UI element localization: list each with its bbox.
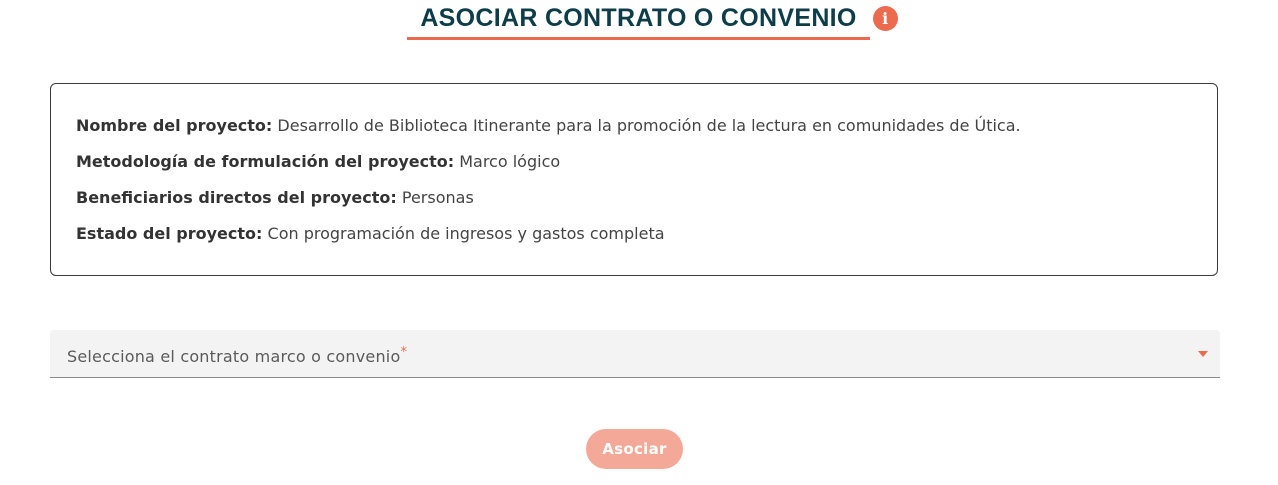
title-block: ASOCIAR CONTRATO O CONVENIO i (380, 3, 898, 40)
project-name-value: Desarrollo de Biblioteca Itinerante para… (277, 116, 1021, 135)
page: ASOCIAR CONTRATO O CONVENIO i Nombre del… (0, 0, 1278, 485)
contract-select-label-text: Selecciona el contrato marco o convenio (67, 347, 401, 366)
beneficiaries-row: Beneficiarios directos del proyecto: Per… (76, 180, 1192, 216)
project-name-label: Nombre del proyecto: (76, 116, 273, 135)
methodology-row: Metodología de formulación del proyecto:… (76, 144, 1192, 180)
project-status-row: Estado del proyecto: Con programación de… (76, 216, 1192, 252)
methodology-label: Metodología de formulación del proyecto: (76, 152, 455, 171)
project-status-value: Con programación de ingresos y gastos co… (267, 224, 665, 243)
beneficiaries-value: Personas (401, 188, 474, 207)
contract-select-label: Selecciona el contrato marco o convenio* (67, 345, 408, 366)
info-icon[interactable]: i (872, 6, 898, 31)
methodology-value: Marco lógico (459, 152, 561, 171)
project-status-label: Estado del proyecto: (76, 224, 263, 243)
beneficiaries-label: Beneficiarios directos del proyecto: (76, 188, 397, 207)
project-info-card: Nombre del proyecto: Desarrollo de Bibli… (50, 83, 1218, 276)
page-title: ASOCIAR CONTRATO O CONVENIO (407, 3, 870, 40)
associate-button[interactable]: Asociar (586, 429, 683, 469)
header: ASOCIAR CONTRATO O CONVENIO i (0, 3, 1278, 40)
chevron-down-icon[interactable] (1198, 351, 1208, 357)
project-name-row: Nombre del proyecto: Desarrollo de Bibli… (76, 108, 1192, 144)
required-mark: * (400, 345, 408, 360)
contract-select[interactable]: Selecciona el contrato marco o convenio* (50, 330, 1220, 378)
